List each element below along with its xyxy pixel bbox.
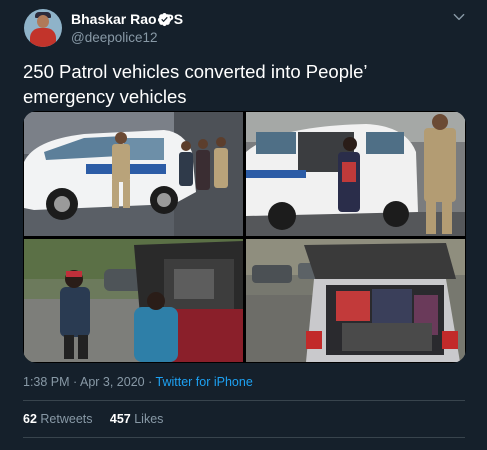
photo-4-illustration: [246, 239, 465, 362]
verified-badge-icon: [157, 12, 172, 27]
photo-3[interactable]: [24, 239, 243, 362]
photo-1-illustration: [24, 112, 243, 236]
divider: [23, 400, 465, 401]
retweets-stat[interactable]: 62 Retweets: [23, 412, 93, 426]
retweets-label: Retweets: [40, 412, 93, 426]
profile-avatar[interactable]: [24, 9, 62, 47]
likes-label: Likes: [134, 412, 164, 426]
avatar-body-shape: [30, 28, 56, 47]
photo-1[interactable]: [24, 112, 243, 236]
media-grid[interactable]: [23, 111, 466, 363]
retweets-count: 62: [23, 412, 37, 426]
divider: [23, 437, 465, 438]
photo-2[interactable]: [246, 112, 465, 236]
tweet-time[interactable]: 1:38 PM: [23, 375, 70, 389]
tweet-card: Bhaskar Rao IPS @deepolice12 250 Patrol …: [0, 0, 487, 450]
photo-4[interactable]: [246, 239, 465, 362]
likes-stat[interactable]: 457 Likes: [110, 412, 164, 426]
avatar-head-shape: [37, 15, 49, 28]
tweet-meta: 1:38 PM · Apr 3, 2020 · Twitter for iPho…: [23, 375, 253, 389]
meta-separator: ·: [144, 375, 156, 389]
photo-3-illustration: [24, 239, 243, 362]
tweet-date[interactable]: Apr 3, 2020: [80, 375, 145, 389]
tweet-source-link[interactable]: Twitter for iPhone: [156, 375, 253, 389]
tweet-text: 250 Patrol vehicles converted into Peopl…: [23, 61, 367, 107]
tweet-stats: 62 Retweets 457 Likes: [23, 412, 163, 426]
author-handle[interactable]: @deepolice12: [71, 30, 158, 45]
likes-count: 457: [109, 412, 131, 426]
photo-2-illustration: [246, 112, 465, 236]
meta-separator: ·: [69, 375, 80, 389]
chevron-down-icon[interactable]: [452, 10, 466, 24]
